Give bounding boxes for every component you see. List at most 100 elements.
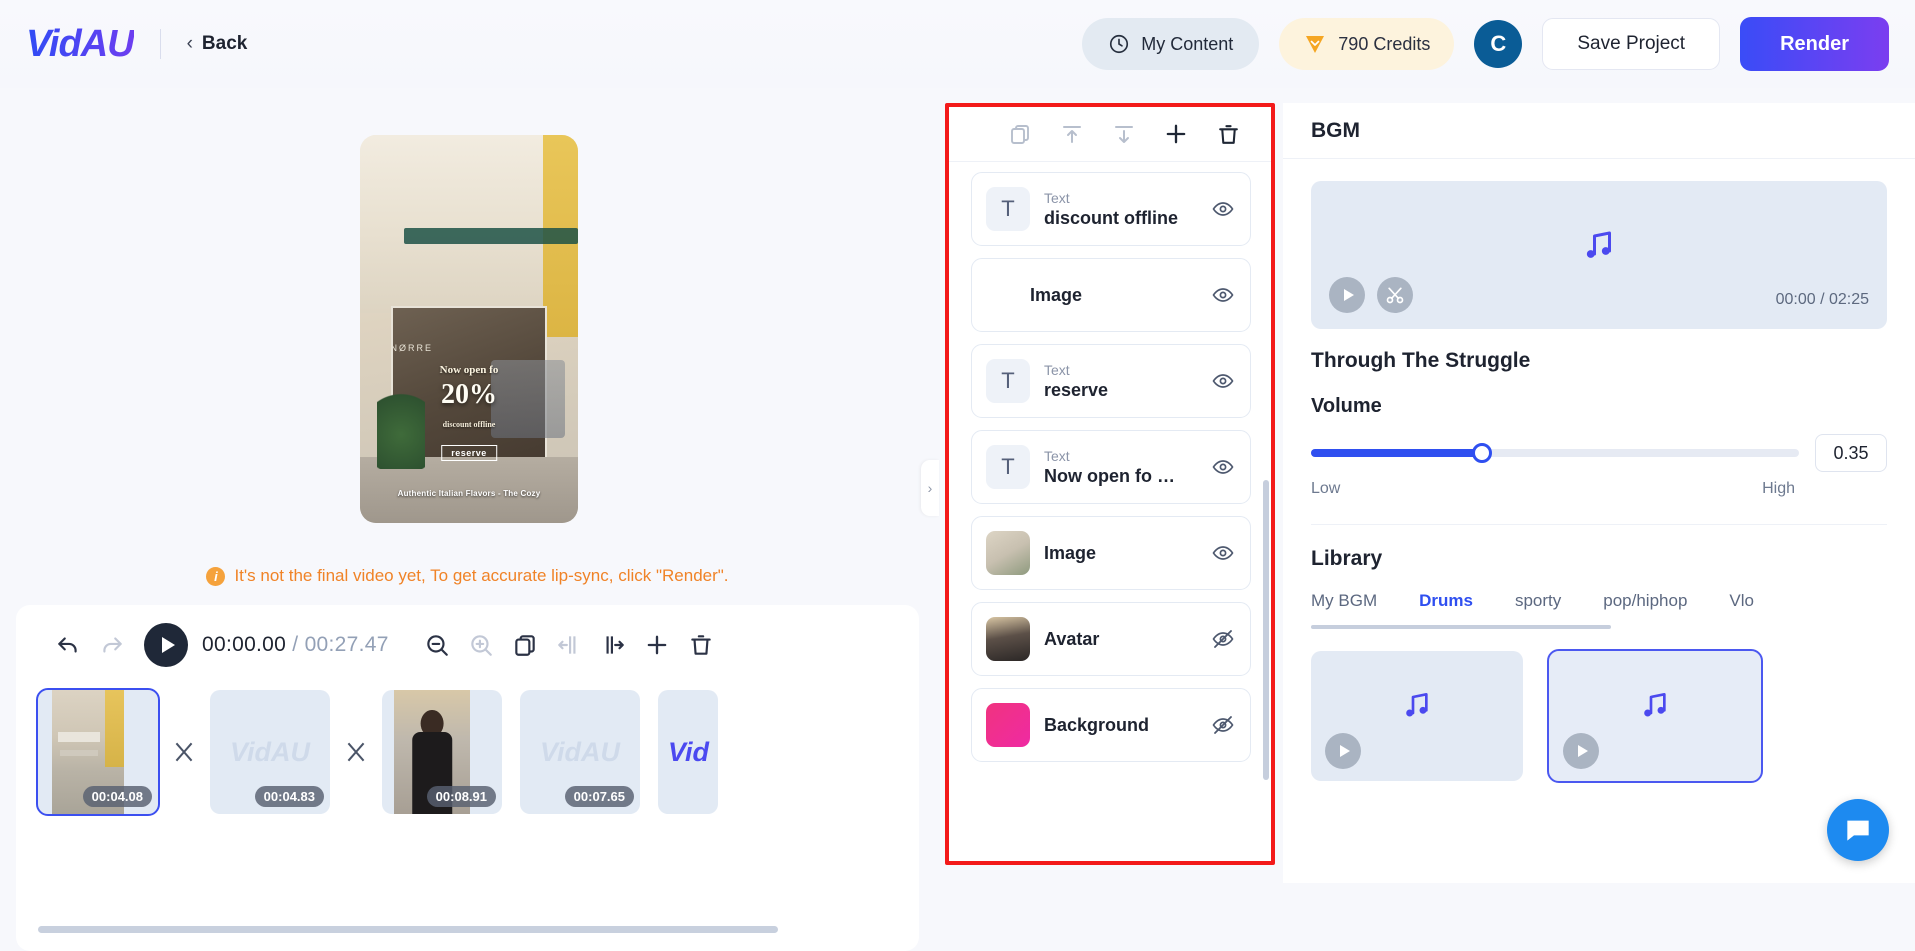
layer-thumbnail: [986, 531, 1030, 575]
lipsync-warning-text: It's not the final video yet, To get acc…: [234, 566, 729, 585]
timeline-scrollbar[interactable]: [38, 926, 778, 933]
duplicate-layer-icon[interactable]: [999, 113, 1041, 155]
tab-my-bgm[interactable]: My BGM: [1311, 591, 1377, 611]
back-button[interactable]: ‹ Back: [187, 33, 248, 55]
play-icon: [1577, 745, 1588, 757]
panel-collapse-handle[interactable]: ›: [921, 460, 939, 516]
music-note-icon: [1639, 689, 1671, 726]
bgm-trim-button[interactable]: [1377, 277, 1413, 313]
layer-name: discount offline: [1044, 207, 1178, 228]
timeline-clip[interactable]: VidAU 00:07.65: [520, 690, 640, 814]
library-card[interactable]: [1311, 651, 1523, 781]
align-top-icon[interactable]: [1051, 113, 1093, 155]
timeline-panel: 00:00.00 / 00:27.47 00:04.08 VidAU 00:04…: [16, 605, 919, 951]
volume-slider[interactable]: [1311, 443, 1799, 463]
layer-item[interactable]: T Text reserve: [971, 344, 1251, 418]
library-tabs-scrollbar[interactable]: [1311, 625, 1611, 629]
slider-knob[interactable]: [1471, 443, 1492, 463]
redo-icon[interactable]: [90, 623, 134, 667]
timeline-play-button[interactable]: [144, 623, 188, 667]
timeline-clip[interactable]: 00:04.08: [36, 688, 160, 816]
library-card-play-button[interactable]: [1563, 733, 1599, 769]
add-layer-icon[interactable]: [1155, 113, 1197, 155]
render-button[interactable]: Render: [1740, 17, 1889, 71]
layer-name: Image: [1030, 284, 1083, 305]
credits-badge[interactable]: 790 Credits: [1279, 18, 1455, 70]
undo-icon[interactable]: [46, 623, 90, 667]
save-project-button[interactable]: Save Project: [1542, 18, 1721, 70]
library-card[interactable]: [1547, 649, 1763, 783]
align-bottom-icon[interactable]: [1103, 113, 1145, 155]
layer-kind: Text: [1044, 362, 1070, 379]
volume-value-input[interactable]: 0.35: [1815, 434, 1887, 472]
visibility-toggle-icon[interactable]: [1210, 369, 1236, 393]
chevron-left-icon: ‹: [186, 33, 193, 54]
layers-list: T Text discount offline Image T Text res…: [949, 162, 1271, 862]
timeline-time-display: 00:00.00 / 00:27.47: [202, 633, 389, 657]
chat-bubble-icon: [1847, 820, 1869, 841]
overlay-headline-text: Now open fo: [439, 363, 499, 376]
library-title: Library: [1311, 547, 1383, 570]
visibility-off-icon[interactable]: [1210, 627, 1236, 651]
split-left-icon[interactable]: [547, 623, 591, 667]
tab-pop-hiphop[interactable]: pop/hiphop: [1603, 591, 1687, 611]
timeline-clips: 00:04.08 VidAU 00:04.83 00:08.91 VidAU 0…: [16, 685, 919, 855]
volume-high-label: High: [1762, 480, 1795, 497]
layer-item[interactable]: Background: [971, 688, 1251, 762]
zoom-in-icon[interactable]: [459, 623, 503, 667]
slider-fill: [1311, 449, 1482, 457]
music-note-icon: [1401, 689, 1433, 726]
bgm-divider: [1311, 524, 1887, 525]
layer-text: Text reserve: [1044, 361, 1196, 400]
layer-text: Text Now open fo …: [1044, 447, 1196, 486]
vidau-logo[interactable]: VidAU: [26, 23, 135, 66]
visibility-toggle-icon[interactable]: [1210, 283, 1236, 307]
credits-label: 790 Credits: [1338, 33, 1431, 54]
transition-icon[interactable]: [158, 690, 210, 814]
user-avatar[interactable]: C: [1474, 20, 1523, 68]
timeline-clip[interactable]: 00:08.91: [382, 690, 502, 814]
zoom-out-icon[interactable]: [415, 623, 459, 667]
timeline-current-time: 00:00.00: [202, 633, 287, 656]
visibility-toggle-icon[interactable]: [1210, 455, 1236, 479]
bgm-play-button[interactable]: [1329, 277, 1365, 313]
transition-icon[interactable]: [330, 690, 382, 814]
play-icon: [1343, 289, 1354, 301]
music-note-icon: [1581, 227, 1617, 268]
visibility-toggle-icon[interactable]: [1210, 197, 1236, 221]
clip-duration: 00:04.08: [82, 786, 152, 807]
delete-clip-icon[interactable]: [679, 623, 723, 667]
duplicate-icon[interactable]: [503, 623, 547, 667]
video-preview[interactable]: NØRRE Now open fo 20% discount offline r…: [360, 135, 578, 523]
layer-thumbnail: [986, 617, 1030, 661]
layer-thumbnail: [986, 703, 1030, 747]
text-layer-icon: T: [986, 359, 1030, 403]
overlay-percent-text: 20%: [441, 379, 497, 411]
layer-kind: Text: [1044, 448, 1070, 465]
split-right-icon[interactable]: [591, 623, 635, 667]
layers-scrollbar[interactable]: [1263, 480, 1269, 780]
tab-vlog[interactable]: Vlo: [1729, 591, 1754, 611]
layer-text: Avatar: [1044, 629, 1196, 650]
layer-item[interactable]: Image: [971, 258, 1251, 332]
tab-sporty[interactable]: sporty: [1515, 591, 1561, 611]
layer-item[interactable]: T Text Now open fo …: [971, 430, 1251, 504]
layer-item[interactable]: Image: [971, 516, 1251, 590]
library-card-play-button[interactable]: [1325, 733, 1361, 769]
clip-watermark: Vid: [668, 736, 710, 767]
add-clip-icon[interactable]: [635, 623, 679, 667]
support-chat-button[interactable]: [1827, 799, 1889, 861]
layer-item[interactable]: Avatar: [971, 602, 1251, 676]
delete-layer-icon[interactable]: [1207, 113, 1249, 155]
layer-item[interactable]: T Text discount offline: [971, 172, 1251, 246]
timeline-clip[interactable]: VidAU 00:04.83: [210, 690, 330, 814]
timeline-clip[interactable]: Vid: [658, 690, 718, 814]
visibility-off-icon[interactable]: [1210, 713, 1236, 737]
scissors-icon: [1386, 287, 1404, 304]
header-divider: [159, 29, 161, 59]
layers-panel: T Text discount offline Image T Text res…: [945, 103, 1275, 865]
my-content-button[interactable]: My Content: [1082, 18, 1260, 70]
tab-drums[interactable]: Drums: [1419, 591, 1473, 611]
visibility-toggle-icon[interactable]: [1210, 541, 1236, 565]
info-icon: i: [206, 566, 226, 586]
